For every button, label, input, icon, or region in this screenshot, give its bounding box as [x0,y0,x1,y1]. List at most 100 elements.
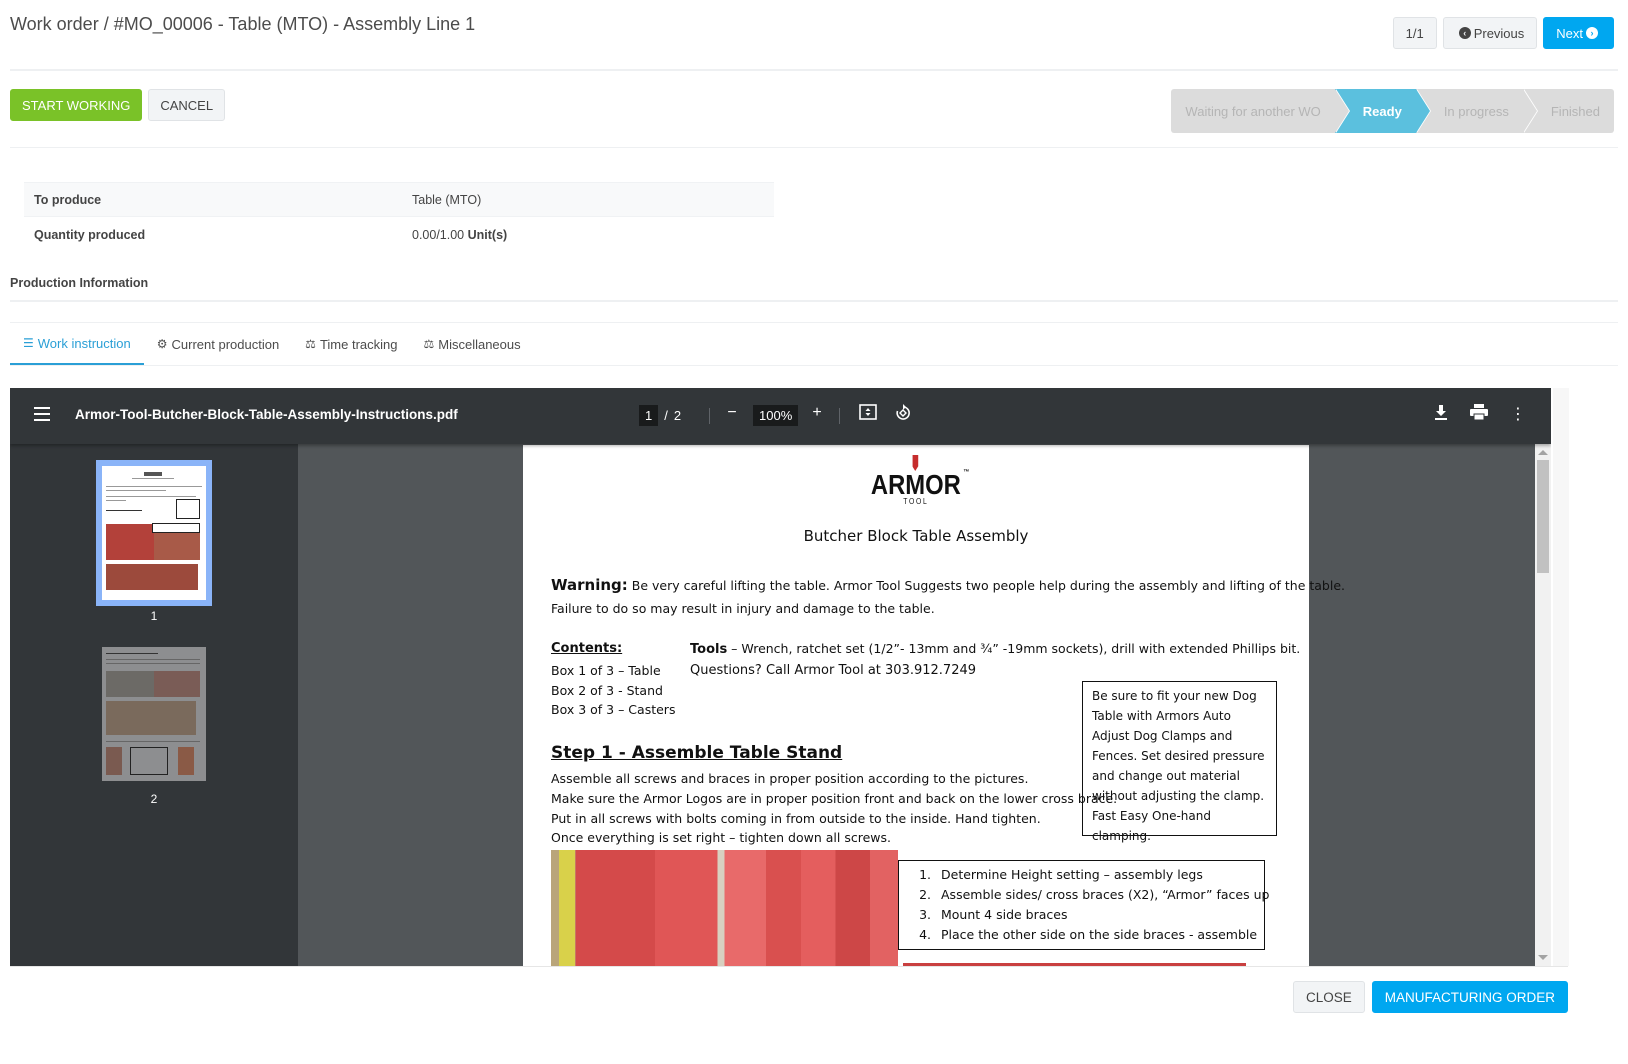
tape-measure [559,850,575,966]
numbered-step: 1. Determine Height setting – assembly le… [919,867,1203,882]
work-order-info-table: To produce Table (MTO) Quantity produced… [24,182,774,252]
to-produce-value: Table (MTO) [412,192,482,207]
contents-heading: Contents: [551,641,623,656]
menu-icon[interactable] [34,407,50,421]
action-buttons: START WORKING CANCEL [10,89,226,121]
quantity-value: 0.00/1.00 Unit(s) [412,228,507,242]
next-button[interactable]: Next › [1543,17,1614,49]
page-indicator: 1 / 2 [639,405,681,426]
quantity-unit: Unit(s) [467,227,508,242]
numbered-step: 3. Mount 4 side braces [919,907,1068,922]
tab-bar: ☰ Work instruction ⚙ Current production … [10,323,1618,366]
chevron-left-circle-icon: ‹ [1458,27,1471,39]
thumbnail-page-1[interactable] [96,460,212,606]
dialog-scrollbar[interactable] [1553,388,1569,966]
step-line: Make sure the Armor Logos are in proper … [551,791,1118,806]
close-button[interactable]: CLOSE [1292,981,1365,1013]
section-title: Production Information [10,276,149,290]
divider [10,300,1618,302]
zoom-in-icon[interactable]: + [809,404,825,422]
scrollbar-thumb[interactable] [1537,460,1549,573]
pager-counter[interactable]: 1/1 [1392,17,1437,49]
step-line: Put in all screws with bolts coming in f… [551,811,1041,826]
balance-scale-icon: ⚖ [423,337,435,351]
balance-scale-icon: ⚖ [305,337,316,351]
start-working-button[interactable]: START WORKING [10,89,143,121]
warning-label: Warning: [551,576,628,594]
manufacturing-order-button[interactable]: MANUFACTURING ORDER [1371,981,1568,1013]
rotate-icon[interactable] [893,404,913,427]
divider [10,966,1568,967]
thumbnail-label: 2 [150,792,158,806]
previous-label: Previous [1473,25,1525,41]
logo-tm: ™ [963,469,970,476]
tab-label: Work instruction [37,335,131,351]
contents-box-2: Box 2 of 3 - Stand [551,683,663,698]
total-pages: 2 [673,408,682,423]
tab-current-production[interactable]: ⚙ Current production [144,323,292,365]
list-icon: ☰ [23,336,34,350]
status-bar: Waiting for another WO Ready In progress… [1171,89,1614,133]
gears-icon: ⚙ [156,337,168,351]
zoom-level-input[interactable]: 100% [753,405,799,426]
warning-text: Be very careful lifting the table. Armor… [627,578,1345,593]
stage-label: In progress [1443,103,1509,119]
zoom-out-icon[interactable]: − [724,404,740,422]
document-title: Butcher Block Table Assembly [803,527,1029,545]
tab-miscellaneous[interactable]: ⚖ Miscellaneous [410,323,533,365]
stage-arrow [1334,89,1349,133]
stage-arrow [1415,89,1430,133]
pdf-scrollbar[interactable] [1535,444,1551,966]
pdf-page: ARMOR ™ TOOL Butcher Block Table Assembl… [523,445,1345,966]
download-icon[interactable] [1431,404,1451,425]
stage-label: Ready [1362,103,1402,119]
thumbnail-sidebar: 1 2 [10,444,298,966]
stage-label: Waiting for another WO [1185,103,1321,119]
previous-button[interactable]: ‹ Previous [1442,17,1538,49]
tab-label: Time tracking [319,336,398,352]
page-separator: / [664,408,668,423]
step-line: Once everything is set right – tighten d… [551,830,891,845]
breadcrumb: Work order / #MO_00006 - Table (MTO) - A… [10,14,476,34]
warning-line-2: Failure to do so may result in injury an… [551,601,935,616]
quantity-label: Quantity produced [34,227,146,242]
stage-in-progress[interactable]: In progress [1416,89,1538,133]
toolbar-separator [839,408,840,424]
next-label: Next [1556,25,1583,41]
tab-time-tracking[interactable]: ⚖ Time tracking [292,323,410,365]
pdf-viewer: Armor-Tool-Butcher-Block-Table-Assembly-… [10,388,1551,966]
to-produce-label: To produce [34,192,102,207]
info-row-to-produce: To produce Table (MTO) [24,182,774,217]
armor-tool-logo: ARMOR ™ TOOL [523,455,1309,508]
toolbar-separator [709,408,710,424]
numbered-step: 2. Assemble sides/ cross braces (X2), “Ar… [919,887,1270,902]
record-pager: 1/1 ‹ Previous Next › [1392,17,1614,49]
scroll-up-arrow-icon[interactable] [1538,450,1548,455]
warning-line: Warning: Be very careful lifting the tab… [551,575,1345,596]
dog-clamp-note: Be sure to fit your new Dog Table with A… [1082,681,1277,843]
info-row-quantity: Quantity produced 0.00/1.00 Unit(s) [24,217,774,252]
pdf-filename: Armor-Tool-Butcher-Block-Table-Assembly-… [75,407,458,422]
questions-line: Questions? Call Armor Tool at 303.912.72… [690,663,977,678]
quantity-amount: 0.00/1.00 [412,227,465,242]
tools-text: – Wrench, ratchet set (1/2”- 13mm and ¾”… [727,641,1301,656]
print-icon[interactable] [1469,404,1489,425]
thumbnail-preview [102,466,206,600]
numbered-steps-box: 1. Determine Height setting – assembly le… [898,860,1270,950]
contents-box-3: Box 3 of 3 – Casters [551,702,676,717]
divider [10,69,1618,71]
scroll-down-arrow-icon[interactable] [1538,955,1548,960]
tools-label: Tools [690,642,728,657]
step-line: Assemble all screws and braces in proper… [551,771,1029,786]
tab-work-instruction[interactable]: ☰ Work instruction [10,323,144,365]
divider [10,147,1618,148]
logo-text: ARMOR [871,469,961,500]
stage-waiting[interactable]: Waiting for another WO [1171,89,1350,133]
cancel-button[interactable]: CANCEL [148,89,226,121]
thumbnail-page-2[interactable] [102,647,206,781]
more-options-icon[interactable]: ⋮ [1508,404,1528,424]
stage-arrow [1522,89,1537,133]
page-number-input[interactable]: 1 [639,405,659,426]
tab-label: Current production [171,336,280,352]
fit-page-icon[interactable] [858,404,878,425]
